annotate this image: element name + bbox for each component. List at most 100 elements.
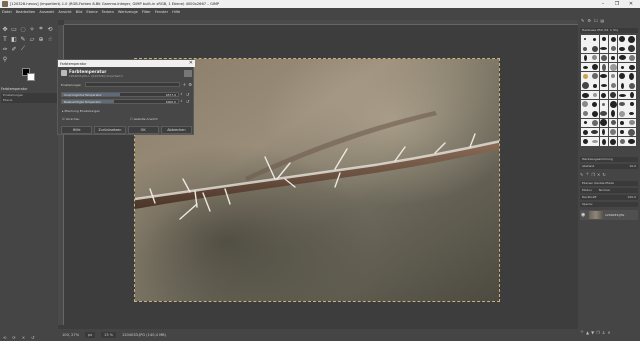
reset-options-icon[interactable]: ↺ bbox=[31, 335, 34, 340]
menu-colors[interactable]: Farben bbox=[102, 10, 114, 14]
menu-select[interactable]: Auswahl bbox=[39, 10, 54, 14]
original-temp-spinner-icon[interactable]: ⇕ bbox=[180, 92, 184, 97]
brush-tag-field[interactable]: Werkzeugsammlung bbox=[580, 157, 638, 162]
brush-item[interactable] bbox=[581, 127, 590, 137]
brush-item[interactable] bbox=[608, 90, 618, 100]
move-tool-icon[interactable]: ✥ bbox=[1, 25, 9, 33]
brush-item[interactable] bbox=[590, 35, 599, 44]
brush-item[interactable] bbox=[599, 53, 609, 63]
menu-file[interactable]: Datei bbox=[2, 10, 12, 14]
spacing-field[interactable]: Abstand 10.0 bbox=[580, 164, 638, 169]
brush-item[interactable] bbox=[581, 100, 590, 109]
measure-tool-icon[interactable]: ⟋ bbox=[19, 45, 27, 53]
brush-item[interactable] bbox=[608, 109, 618, 118]
brush-item[interactable] bbox=[599, 100, 609, 109]
brush-item[interactable] bbox=[618, 90, 627, 100]
brush-item[interactable] bbox=[590, 127, 599, 137]
brush-item[interactable] bbox=[618, 62, 627, 72]
brush-item[interactable] bbox=[618, 127, 627, 137]
intended-temperature-slider[interactable]: Beabsichtigte Temperatur 6000.0 bbox=[61, 99, 179, 104]
delete-options-icon[interactable]: ✕ bbox=[22, 335, 25, 340]
layer-tabs[interactable]: Ebenen Kanäle Pfade bbox=[580, 181, 638, 186]
blending-expander[interactable]: ▸ Mischung Einstellungen bbox=[62, 108, 100, 113]
eye-icon[interactable]: ◉ bbox=[581, 212, 587, 218]
menu-view[interactable]: Ansicht bbox=[58, 10, 71, 14]
brush-item[interactable] bbox=[599, 118, 609, 128]
smudge-tool-icon[interactable]: ☝ bbox=[46, 35, 54, 43]
brush-item[interactable] bbox=[590, 100, 599, 109]
add-preset-icon[interactable]: ＋ bbox=[182, 82, 186, 88]
delete-brush-icon[interactable]: ✕ bbox=[597, 172, 600, 177]
brush-item[interactable] bbox=[590, 53, 599, 63]
brush-item[interactable] bbox=[599, 137, 609, 146]
brush-item[interactable] bbox=[608, 44, 618, 53]
layer-lock-field[interactable]: Sperre: bbox=[580, 202, 638, 207]
brush-item[interactable] bbox=[618, 44, 627, 53]
brush-item[interactable] bbox=[581, 81, 590, 90]
brush-item[interactable] bbox=[599, 127, 609, 137]
rect-select-tool-icon[interactable]: ▭ bbox=[10, 25, 18, 33]
split-view-checkbox[interactable]: ☐ Geteilte Ansicht bbox=[130, 116, 158, 121]
edit-brush-icon[interactable]: ✎ bbox=[580, 172, 583, 177]
fuzzy-select-tool-icon[interactable]: ✧ bbox=[28, 25, 36, 33]
maximize-button[interactable]: ❐ bbox=[610, 0, 624, 8]
brush-item[interactable] bbox=[608, 118, 618, 128]
preview-checkbox[interactable]: ☑ Vorschau bbox=[62, 116, 79, 121]
brush-item[interactable] bbox=[618, 118, 627, 128]
brush-grid[interactable] bbox=[581, 35, 637, 155]
brush-item[interactable] bbox=[627, 109, 636, 118]
brush-item[interactable] bbox=[608, 53, 618, 63]
layer-opacity-field[interactable]: Deckkraft 100.0 bbox=[580, 195, 638, 200]
background-color[interactable] bbox=[27, 73, 35, 81]
patterns-tab-icon[interactable]: ⚙ bbox=[587, 18, 591, 23]
layer-mode-field[interactable]: Modus Normal bbox=[580, 188, 638, 193]
document-tab-icon[interactable]: ▤ bbox=[601, 18, 605, 23]
anchor-layer-icon[interactable]: ⚓ bbox=[602, 330, 606, 335]
reset-button[interactable]: Zurücksetzen bbox=[94, 126, 126, 134]
brush-item[interactable] bbox=[581, 44, 590, 53]
brush-item[interactable] bbox=[627, 137, 636, 146]
cancel-button[interactable]: Abbrechen bbox=[160, 126, 192, 134]
brush-item[interactable] bbox=[627, 35, 636, 44]
restore-options-icon[interactable]: ⟳ bbox=[12, 335, 15, 340]
brush-item[interactable] bbox=[581, 109, 590, 118]
brush-item[interactable] bbox=[627, 90, 636, 100]
brush-item[interactable] bbox=[581, 35, 590, 44]
duplicate-layer-icon[interactable]: ❐ bbox=[596, 330, 600, 335]
brushes-tab-icon[interactable]: ✎ bbox=[581, 18, 584, 23]
delete-layer-icon[interactable]: ✕ bbox=[607, 330, 610, 335]
brush-item[interactable] bbox=[581, 53, 590, 63]
brush-item[interactable] bbox=[608, 137, 618, 146]
crop-tool-icon[interactable]: ⌗ bbox=[37, 25, 45, 33]
intended-temp-reset-icon[interactable]: ↺ bbox=[186, 99, 191, 104]
eraser-tool-icon[interactable]: ▱ bbox=[28, 35, 36, 43]
minimize-button[interactable]: – bbox=[596, 0, 610, 8]
paths-tool-icon[interactable]: ✑ bbox=[1, 45, 9, 53]
menu-filters[interactable]: Filter bbox=[142, 10, 151, 14]
brush-item[interactable] bbox=[608, 100, 618, 109]
brush-item[interactable] bbox=[590, 44, 599, 53]
color-picker-tool-icon[interactable]: ✐ bbox=[10, 45, 18, 53]
preset-menu-icon[interactable]: ⚙ bbox=[188, 82, 192, 87]
brush-item[interactable] bbox=[627, 118, 636, 128]
brush-item[interactable] bbox=[581, 137, 590, 146]
brush-item[interactable] bbox=[599, 62, 609, 72]
brush-item[interactable] bbox=[608, 72, 618, 81]
brush-item[interactable] bbox=[590, 81, 599, 90]
layer-up-icon[interactable]: ▲ bbox=[586, 330, 589, 335]
brush-item[interactable] bbox=[627, 127, 636, 137]
brush-item[interactable] bbox=[590, 118, 599, 128]
brush-item[interactable] bbox=[627, 81, 636, 90]
brush-item[interactable] bbox=[599, 72, 609, 81]
fill-tool-icon[interactable]: ◧ bbox=[10, 35, 18, 43]
presets-dropdown[interactable] bbox=[85, 82, 181, 87]
brush-item[interactable] bbox=[618, 53, 627, 63]
new-layer-icon[interactable]: ＋ bbox=[580, 329, 584, 335]
fonts-tab-icon[interactable]: ☐ bbox=[594, 18, 598, 23]
brush-item[interactable] bbox=[599, 90, 609, 100]
brush-item[interactable] bbox=[608, 62, 618, 72]
brush-item[interactable] bbox=[581, 118, 590, 128]
brush-item[interactable] bbox=[581, 72, 590, 81]
brush-item[interactable] bbox=[608, 35, 618, 44]
brush-item[interactable] bbox=[627, 100, 636, 109]
